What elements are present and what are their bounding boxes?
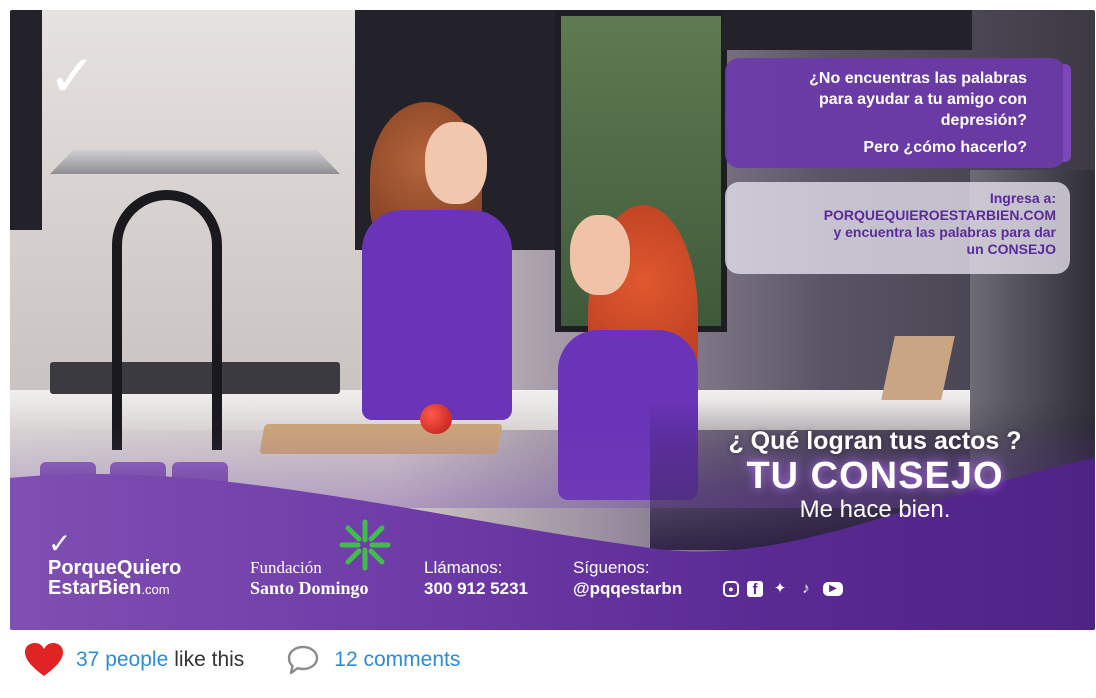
contact-call: Llámanos: 300 912 5231 <box>424 558 528 600</box>
bubble-accent <box>1063 64 1071 162</box>
checkmark-logo-icon: ✓ <box>48 44 97 109</box>
question-followup: Pero ¿cómo hacerlo? <box>863 139 1027 156</box>
brand-suffix: .com <box>141 582 170 597</box>
person-standing-shirt <box>362 210 512 420</box>
person-standing-face <box>425 122 487 204</box>
instagram-icon[interactable]: ● <box>723 581 739 597</box>
brand-check-icon: ✓ <box>48 528 72 559</box>
call-label: Llámanos: <box>424 558 503 577</box>
faucet <box>112 190 222 450</box>
question-line: depresión? <box>940 112 1027 129</box>
comment-icon[interactable] <box>286 644 320 676</box>
post-image[interactable]: ✓ ¿No encuentras las palabras para ayuda… <box>10 10 1095 630</box>
headline-question: ¿ Qué logran tus actos ? <box>728 427 1022 455</box>
question-line: ¿No encuentras las palabras <box>809 70 1027 87</box>
range-hood <box>50 150 340 174</box>
twitter-icon[interactable]: ✦ <box>771 580 789 598</box>
starburst-icon <box>339 519 391 571</box>
brand-logo: ✓ PorqueQuiero EstarBien.com <box>48 530 181 599</box>
social-icons: ● f ✦ ♪ ▶ <box>723 580 843 598</box>
brand-name-line2: EstarBien <box>48 577 142 599</box>
question-line: para ayudar a tu amigo con <box>818 91 1027 108</box>
youtube-icon[interactable]: ▶ <box>823 582 843 596</box>
headline: ¿ Qué logran tus actos ? TU CONSEJO Me h… <box>665 426 1085 524</box>
likes-count-link[interactable]: 37 people <box>76 648 168 672</box>
info-line: y encuentra las palabras para dar <box>833 224 1056 240</box>
phone-number[interactable]: 300 912 5231 <box>424 578 528 600</box>
heart-icon[interactable] <box>24 642 64 678</box>
social-handle[interactable]: @pqqestarbn <box>573 578 682 600</box>
foundation-name-line2: Santo Domingo <box>250 578 369 598</box>
foundation-name-line1: Fundación <box>250 558 322 577</box>
info-bubble: Ingresa a: PORQUEQUIEROESTARBIEN.COM y e… <box>725 182 1070 274</box>
facebook-icon[interactable]: f <box>747 581 763 598</box>
info-line: Ingresa a: <box>989 190 1056 206</box>
info-line: un CONSEJO <box>966 241 1056 257</box>
question-bubble: ¿No encuentras las palabras para ayudar … <box>725 58 1071 168</box>
upper-cabinet <box>722 10 972 50</box>
comments-link[interactable]: 12 comments <box>334 648 460 672</box>
person-seated-face <box>570 215 630 295</box>
headline-sub: Me hace bien. <box>799 496 951 523</box>
upper-cabinet <box>10 10 42 230</box>
info-url: PORQUEQUIEROESTARBIEN.COM <box>823 207 1056 223</box>
tiktok-icon[interactable]: ♪ <box>797 580 815 598</box>
contact-follow: Síguenos: @pqqestarbn <box>573 558 682 600</box>
brand-name-line1: PorqueQuiero <box>48 557 182 579</box>
post-footer: 37 people like this 12 comments <box>24 640 460 680</box>
headline-main: TU CONSEJO <box>746 455 1004 497</box>
likes-text: like this <box>174 648 245 671</box>
follow-label: Síguenos: <box>573 558 650 577</box>
